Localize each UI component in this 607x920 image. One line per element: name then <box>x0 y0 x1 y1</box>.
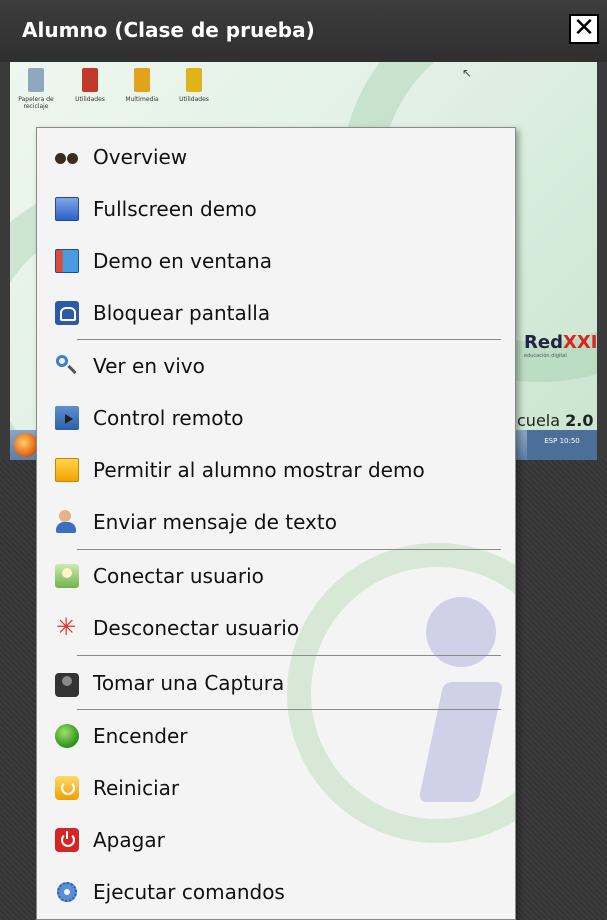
mouse-cursor-icon: ↖ <box>462 66 473 80</box>
escuela-prefix: cuela <box>517 411 566 430</box>
menu-item-control-remoto[interactable]: Control remoto <box>37 392 515 444</box>
close-icon: ✕ <box>573 13 595 43</box>
menu-item-conectar-usuario[interactable]: Conectar usuario <box>37 550 515 602</box>
disconnect-user-icon <box>55 613 79 641</box>
menu-item-label: Apagar <box>93 828 165 852</box>
menu-item-label: Reiniciar <box>93 776 180 800</box>
menu-item-label: Permitir al alumno mostrar demo <box>93 458 425 482</box>
desktop-icon-multimedia[interactable]: Multimedia <box>122 68 162 103</box>
menu-item-label: Ejecutar comandos <box>93 880 285 904</box>
folder-icon <box>82 68 98 92</box>
desktop-icon-utilidades-2[interactable]: Utilidades <box>174 68 214 103</box>
menu-item-label: Conectar usuario <box>93 564 264 588</box>
menu-item-ejecutar-comandos[interactable]: Ejecutar comandos <box>37 866 515 918</box>
menu-item-overview[interactable]: Overview <box>37 131 515 183</box>
folder-icon <box>186 68 202 92</box>
menu-item-label: Control remoto <box>93 406 244 430</box>
menu-item-demo-en-ventana[interactable]: Demo en ventana <box>37 235 515 287</box>
menu-item-permitir-demo[interactable]: Permitir al alumno mostrar demo <box>37 444 515 496</box>
gear-icon <box>55 880 79 904</box>
lock-screen-icon <box>55 301 79 325</box>
student-demo-icon <box>55 458 79 482</box>
start-button-icon[interactable] <box>14 433 38 457</box>
menu-item-bloquear-pantalla[interactable]: Bloquear pantalla <box>37 287 515 339</box>
camera-icon <box>55 673 79 697</box>
menu-item-reiniciar[interactable]: Reiniciar <box>37 762 515 814</box>
menu-item-label: Encender <box>93 724 188 748</box>
recycle-bin-icon <box>28 68 44 92</box>
logo-main: Red <box>524 332 563 353</box>
desktop-icon-recycle[interactable]: Papelera de reciclaje <box>16 68 56 110</box>
window-demo-icon <box>55 249 79 273</box>
binoculars-icon <box>55 145 79 169</box>
escuela-version: 2.0 <box>565 411 594 430</box>
magnifier-icon <box>55 354 79 378</box>
menu-item-ver-en-vivo[interactable]: Ver en vivo <box>37 340 515 392</box>
menu-item-label: Desconectar usuario <box>93 616 300 640</box>
menu-item-encender[interactable]: Encender <box>37 710 515 762</box>
menu-separator <box>77 655 501 656</box>
system-tray: ESP 10:50 <box>527 430 597 460</box>
desktop-icon-label: Utilidades <box>179 96 209 103</box>
connect-user-icon <box>55 564 79 588</box>
menu-item-tomar-captura[interactable]: Tomar una Captura <box>37 657 515 709</box>
redxxi-logo: RedXXI educación digital <box>524 332 597 359</box>
monitor-icon <box>55 197 79 221</box>
menu-item-desconectar-usuario[interactable]: Desconectar usuario <box>37 602 515 654</box>
escuela-label: cuela 2.0 <box>517 411 593 430</box>
close-button[interactable]: ✕ <box>569 14 599 44</box>
remote-control-icon <box>55 406 79 430</box>
restart-icon <box>55 776 79 800</box>
shutdown-icon <box>55 828 79 852</box>
menu-item-label: Fullscreen demo <box>93 197 257 221</box>
menu-item-label: Tomar una Captura <box>93 671 285 695</box>
logo-subtitle: educación digital <box>524 353 567 359</box>
window-title: Alumno (Clase de prueba) <box>22 18 315 42</box>
desktop-icon-label: Papelera de reciclaje <box>18 96 54 110</box>
window-titlebar: Alumno (Clase de prueba) ✕ <box>0 0 607 62</box>
desktop-icon-label: Multimedia <box>125 96 159 103</box>
menu-item-label: Enviar mensaje de texto <box>93 510 337 534</box>
menu-item-fullscreen-demo[interactable]: Fullscreen demo <box>37 183 515 235</box>
menu-item-label: Demo en ventana <box>93 249 272 273</box>
menu-item-label: Bloquear pantalla <box>93 301 271 325</box>
folder-icon <box>134 68 150 92</box>
logo-accent: XXI <box>562 332 598 353</box>
menu-item-enviar-mensaje[interactable]: Enviar mensaje de texto <box>37 496 515 548</box>
menu-item-label: Ver en vivo <box>93 354 205 378</box>
power-on-icon <box>55 724 79 748</box>
menu-item-apagar[interactable]: Apagar <box>37 814 515 866</box>
desktop-icon-utilidades[interactable]: Utilidades <box>70 68 110 103</box>
context-menu: Overview Fullscreen demo Demo en ventana… <box>36 127 516 920</box>
desktop-icon-label: Utilidades <box>75 96 105 103</box>
message-user-icon <box>55 510 79 534</box>
menu-item-label: Overview <box>93 145 188 169</box>
